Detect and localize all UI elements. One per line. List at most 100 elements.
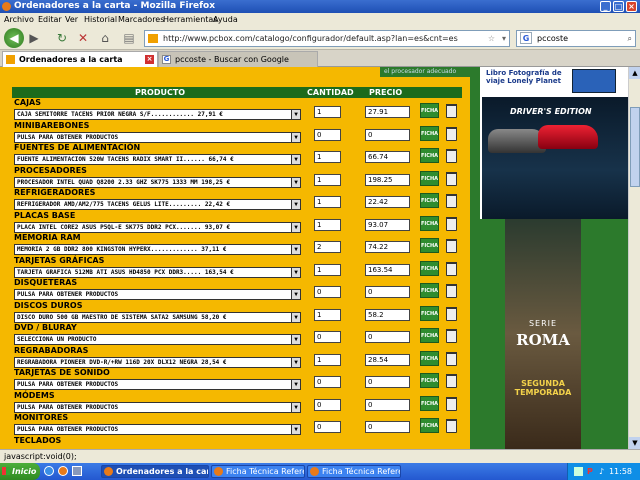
ficha-button[interactable]: FICHA [420, 238, 439, 253]
quantity-input[interactable]: 0 [314, 376, 341, 388]
product-select[interactable]: TARJETA GRAFICA 512MB ATI ASUS HD4850 PC… [14, 266, 301, 278]
ficha-button[interactable]: FICHA [420, 283, 439, 298]
quantity-input[interactable]: 1 [314, 151, 341, 163]
chevron-down-icon[interactable]: ▼ [291, 222, 300, 232]
ficha-button[interactable]: FICHA [420, 148, 439, 163]
vertical-scrollbar[interactable]: ▲ ▼ [628, 67, 640, 449]
chevron-down-icon[interactable]: ▼ [291, 110, 300, 119]
search-box[interactable]: G pccoste ⌕ [516, 30, 636, 47]
maximize-button[interactable]: □ [613, 1, 624, 12]
taskbar-button-ordenadores[interactable]: Ordenadores a la cart... [101, 465, 209, 478]
ad-banner-top[interactable]: el procesador adecuado Libro Fotografía … [380, 67, 628, 97]
scroll-down-icon[interactable]: ▼ [629, 437, 640, 449]
stop-icon[interactable]: ✕ [76, 29, 90, 47]
chevron-down-icon[interactable]: ▼ [291, 132, 300, 142]
quantity-input[interactable]: 1 [314, 308, 341, 321]
google-icon[interactable]: G [520, 32, 532, 44]
trash-icon[interactable] [446, 126, 457, 141]
minimize-button[interactable]: _ [600, 1, 611, 12]
ficha-button[interactable]: FICHA [420, 328, 439, 343]
trash-icon[interactable] [446, 419, 457, 433]
scroll-up-icon[interactable]: ▲ [629, 67, 640, 79]
menu-archivo[interactable]: Archivo [4, 13, 34, 26]
chevron-down-icon[interactable]: ▼ [291, 357, 300, 367]
chevron-down-icon[interactable]: ▼ [291, 402, 300, 412]
ad-drivers-edition[interactable]: DRIVER'S EDITION [482, 97, 628, 219]
url-bar[interactable]: http://www.pcbox.com/catalogo/configurad… [144, 30, 510, 47]
menu-ver[interactable]: Ver [65, 13, 78, 26]
quantity-input[interactable]: 1 [314, 353, 341, 366]
chevron-down-icon[interactable]: ▼ [291, 155, 300, 164]
trash-icon[interactable] [446, 104, 457, 118]
taskbar-button-ficha-1[interactable]: Ficha Técnica Referencia... [211, 465, 305, 478]
tab-ordenadores[interactable]: Ordenadores a la carta × [2, 51, 158, 67]
star-icon[interactable]: ☆ [488, 31, 495, 46]
trash-icon[interactable] [446, 284, 457, 298]
network-icon[interactable] [574, 467, 583, 476]
firefox-quicklaunch-icon[interactable] [58, 466, 68, 476]
trash-icon[interactable] [446, 306, 457, 321]
quantity-input[interactable]: 0 [314, 128, 341, 141]
quantity-input[interactable]: 0 [314, 331, 341, 343]
ficha-button[interactable]: FICHA [420, 215, 439, 231]
home-icon[interactable]: ⌂ [98, 29, 112, 47]
ficha-button[interactable]: FICHA [420, 125, 439, 141]
product-select[interactable]: PULSA PARA OBTENER PRODUCTOS ▼ [14, 379, 301, 390]
show-desktop-icon[interactable] [72, 466, 82, 476]
ficha-button[interactable]: FICHA [420, 193, 439, 208]
product-select[interactable]: PULSA PARA OBTENER PRODUCTOS ▼ [14, 401, 301, 413]
bookmark-page-icon[interactable]: ▤ [122, 29, 136, 47]
ficha-button[interactable]: FICHA [420, 395, 439, 411]
chevron-down-icon[interactable]: ▼ [291, 380, 300, 389]
ficha-button[interactable]: FICHA [420, 418, 439, 433]
ficha-button[interactable]: FICHA [420, 103, 439, 118]
trash-icon[interactable] [446, 396, 457, 411]
trash-icon[interactable] [446, 149, 457, 163]
volume-icon[interactable]: ♪ [599, 463, 604, 480]
taskbar-button-ficha-2[interactable]: Ficha Técnica Referencia... [307, 465, 401, 478]
chevron-down-icon[interactable]: ▼ [291, 425, 300, 434]
trash-icon[interactable] [446, 171, 457, 186]
trash-icon[interactable] [446, 216, 457, 231]
quantity-input[interactable]: 0 [314, 421, 341, 433]
trash-icon[interactable] [446, 261, 457, 276]
ficha-button[interactable]: FICHA [420, 350, 439, 366]
product-select[interactable]: FUENTE ALIMENTACION 520W TACENS RADIX SM… [14, 154, 301, 165]
back-button[interactable]: ◀ [4, 28, 24, 48]
product-select[interactable]: REGRABADORA PIONEER DVD-R/+RW 116D 20X D… [14, 356, 301, 368]
quantity-input[interactable]: 1 [314, 173, 341, 186]
product-select[interactable]: CAJA SEMITORRE TACENS PRIOR NEGRA S/F...… [14, 109, 301, 120]
close-window-button[interactable]: × [626, 1, 637, 12]
ficha-button[interactable]: FICHA [420, 170, 439, 186]
ie-quicklaunch-icon[interactable] [44, 466, 54, 476]
reload-icon[interactable]: ↻ [55, 29, 69, 47]
trash-icon[interactable] [446, 194, 457, 208]
start-button[interactable]: Inicio [0, 463, 40, 480]
product-select[interactable]: PULSA PARA OBTENER PRODUCTOS ▼ [14, 424, 301, 435]
quantity-input[interactable]: 1 [314, 263, 341, 276]
chevron-down-icon[interactable]: ▼ [291, 290, 300, 299]
quantity-input[interactable]: 1 [314, 106, 341, 118]
chevron-down-icon[interactable]: ▼ [291, 200, 300, 209]
dropdown-arrow-icon[interactable]: ▾ [502, 31, 506, 46]
tab-google[interactable]: G pccoste - Buscar con Google [158, 51, 318, 67]
close-tab-icon[interactable]: × [145, 55, 154, 64]
chevron-down-icon[interactable]: ▼ [291, 335, 300, 344]
menu-marcadores[interactable]: Marcadores [118, 13, 164, 26]
scroll-thumb[interactable] [630, 107, 640, 187]
chevron-down-icon[interactable]: ▼ [291, 177, 300, 187]
search-icon[interactable]: ⌕ [628, 31, 632, 46]
product-select[interactable]: PROCESADOR INTEL QUAD Q8200 2.33 GHZ SK7… [14, 176, 301, 188]
chevron-down-icon[interactable]: ▼ [291, 312, 300, 322]
ad-serie-roma[interactable]: SERIE ROMA SEGUNDA TEMPORADA [505, 219, 581, 449]
product-select[interactable]: REFRIGERADOR AMD/AM2/775 TACENS GELUS LI… [14, 199, 301, 210]
quantity-input[interactable]: 0 [314, 286, 341, 298]
product-select[interactable]: PULSA PARA OBTENER PRODUCTOS ▼ [14, 289, 301, 300]
p-tray-icon[interactable]: P [587, 463, 593, 480]
trash-icon[interactable] [446, 239, 457, 253]
product-select[interactable]: DISCO DURO 500 GB MAESTRO DE SISTEMA SAT… [14, 311, 301, 323]
product-select[interactable]: PLACA INTEL CORE2 ASUS P5QL-E SK775 DDR2… [14, 221, 301, 233]
product-select[interactable]: SELECCIONA UN PRODUCTO ▼ [14, 334, 301, 345]
ficha-button[interactable]: FICHA [420, 260, 439, 276]
menu-editar[interactable]: Editar [38, 13, 62, 26]
